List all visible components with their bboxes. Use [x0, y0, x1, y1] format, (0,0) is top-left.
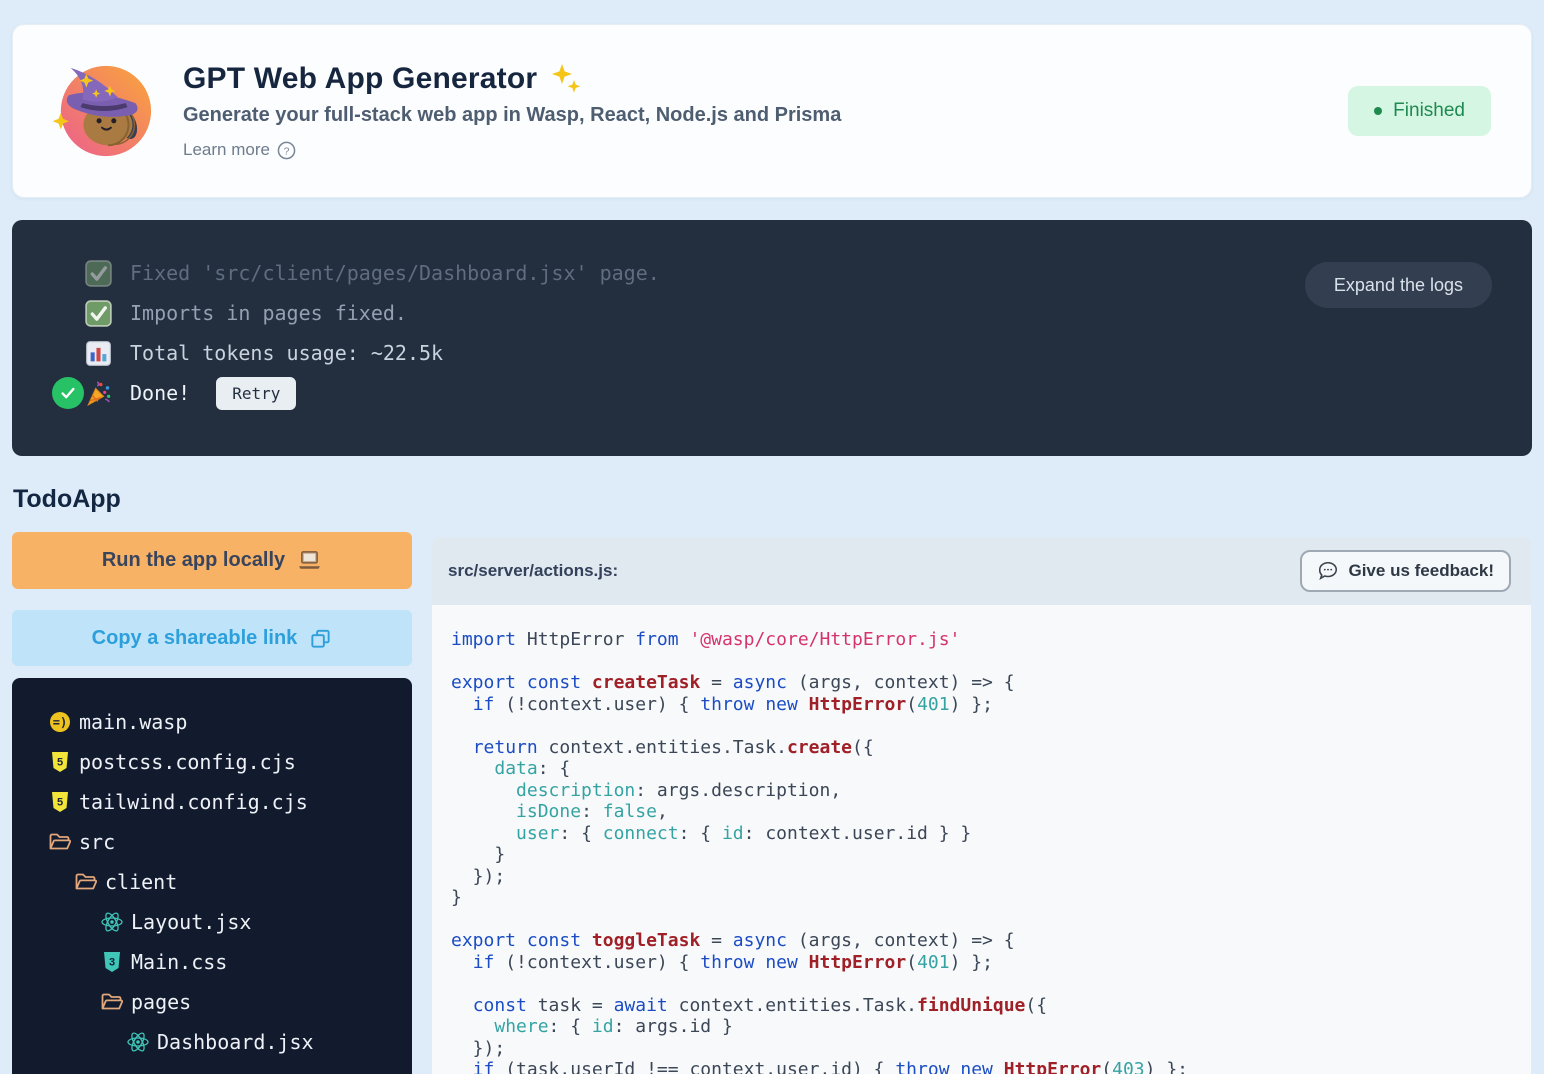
code-line [451, 715, 1531, 737]
header-card: GPT Web App Generator Generate your full… [12, 24, 1532, 198]
file-tree-item-dashboard-jsx[interactable]: Dashboard.jsx [12, 1022, 412, 1062]
left-column: Run the app locally Copy a shareable lin… [12, 532, 412, 1074]
speech-bubble-icon [1317, 560, 1339, 582]
file-name: Dashboard.jsx [157, 1030, 314, 1054]
file-tree-item-main-wasp[interactable]: =) main.wasp [12, 702, 412, 742]
code-line: if (task.userId !== context.user.id) { t… [451, 1059, 1531, 1074]
file-tree-item-client[interactable]: client [12, 862, 412, 902]
log-entry-text: Fixed 'src/client/pages/Dashboard.jsx' p… [130, 261, 660, 285]
log-entry: Fixed 'src/client/pages/Dashboard.jsx' p… [12, 253, 1532, 293]
file-tree-item-layout-jsx[interactable]: Layout.jsx [12, 902, 412, 942]
generation-log-panel: Fixed 'src/client/pages/Dashboard.jsx' p… [12, 220, 1532, 456]
code-line: import HttpError from '@wasp/core/HttpEr… [451, 629, 1531, 651]
wasp-file-icon: =) [48, 710, 72, 734]
code-line: description: args.description, [451, 780, 1531, 802]
code-line: where: { id: args.id } [451, 1016, 1531, 1038]
log-entry-text: Total tokens usage: ~22.5k [130, 341, 443, 365]
code-line [451, 651, 1531, 673]
feedback-button-label: Give us feedback! [1348, 561, 1494, 581]
code-line: user: { connect: { id: context.user.id }… [451, 823, 1531, 845]
code-line: return context.entities.Task.create({ [451, 737, 1531, 759]
copy-button-label: Copy a shareable link [92, 627, 298, 650]
sparkles-icon [549, 62, 583, 96]
status-badge: Finished [1348, 86, 1491, 136]
svg-text:=): =) [53, 716, 67, 730]
code-line: }); [451, 1038, 1531, 1060]
code-line: } [451, 887, 1531, 909]
expand-logs-button[interactable]: Expand the logs [1305, 262, 1492, 308]
page-title: GPT Web App Generator [183, 62, 537, 96]
file-tree-item-tailwind-config-cjs[interactable]: 5 tailwind.config.cjs [12, 782, 412, 822]
file-name: postcss.config.cjs [79, 750, 296, 774]
status-dot-icon [1374, 107, 1382, 115]
check-emoji [85, 260, 112, 287]
file-tree-item-pages[interactable]: pages [12, 982, 412, 1022]
give-feedback-button[interactable]: Give us feedback! [1300, 550, 1511, 592]
svg-text:5: 5 [57, 757, 63, 769]
file-name: Main.css [131, 950, 227, 974]
laptop-icon [297, 550, 322, 571]
code-filename: src/server/actions.js: [448, 561, 618, 581]
code-line: export const toggleTask = async (args, c… [451, 930, 1531, 952]
file-tree-item-postcss-config-cjs[interactable]: 5 postcss.config.cjs [12, 742, 412, 782]
code-line [451, 973, 1531, 995]
file-tree: =) main.wasp 5 postcss.config.cjs 5 tailwin… [12, 678, 412, 1074]
copy-icon [309, 627, 332, 650]
log-entry: Done! Retry [12, 373, 1532, 413]
css-shield-icon: 3 [100, 950, 124, 974]
file-tree-item-src[interactable]: src [12, 822, 412, 862]
file-name: tailwind.config.cjs [79, 790, 308, 814]
code-line: data: { [451, 758, 1531, 780]
log-entry: Imports in pages fixed. [12, 293, 1532, 333]
code-panel: src/server/actions.js: Give us feedback!… [432, 537, 1531, 1074]
js-shield-icon: 5 [48, 750, 72, 774]
react-icon [100, 910, 124, 934]
code-line: const task = await context.entities.Task… [451, 995, 1531, 1017]
svg-text:5: 5 [57, 797, 63, 809]
log-entry-text: Imports in pages fixed. [130, 301, 407, 325]
folder-icon [74, 870, 98, 894]
status-label: Finished [1393, 100, 1465, 122]
wasp-wizard-logo [53, 60, 155, 162]
success-check-circle [52, 377, 84, 409]
app-name: TodoApp [13, 485, 121, 514]
log-entry-text: Done! [130, 381, 190, 405]
code-line: }); [451, 866, 1531, 888]
file-tree-item-main-css[interactable]: 3 Main.css [12, 942, 412, 982]
code-line: if (!context.user) { throw new HttpError… [451, 694, 1531, 716]
svg-text:?: ? [284, 146, 290, 157]
code-line [451, 909, 1531, 931]
folder-icon [48, 830, 72, 854]
file-name: client [105, 870, 177, 894]
svg-text:3: 3 [109, 957, 115, 969]
chart-emoji [85, 340, 112, 367]
code-line: isDone: false, [451, 801, 1531, 823]
code-header: src/server/actions.js: Give us feedback! [432, 537, 1531, 605]
log-entry: Total tokens usage: ~22.5k [12, 333, 1532, 373]
code-line: if (!context.user) { throw new HttpError… [451, 952, 1531, 974]
react-icon [126, 1030, 150, 1054]
log-entries: Fixed 'src/client/pages/Dashboard.jsx' p… [12, 253, 1532, 413]
copy-shareable-link-button[interactable]: Copy a shareable link [12, 610, 412, 666]
question-circle-icon: ? [277, 141, 296, 160]
file-name: src [79, 830, 115, 854]
file-name: main.wasp [79, 710, 187, 734]
file-name: pages [131, 990, 191, 1014]
header-text: GPT Web App Generator Generate your full… [183, 62, 841, 160]
check-emoji [85, 300, 112, 327]
js-shield-icon: 5 [48, 790, 72, 814]
learn-more-label: Learn more [183, 140, 270, 160]
run-button-label: Run the app locally [102, 549, 285, 572]
page-subtitle: Generate your full-stack web app in Wasp… [183, 104, 841, 127]
code-area: import HttpError from '@wasp/core/HttpEr… [432, 605, 1531, 1074]
party-emoji [85, 380, 112, 407]
run-app-locally-button[interactable]: Run the app locally [12, 532, 412, 589]
folder-icon [100, 990, 124, 1014]
code-line: } [451, 844, 1531, 866]
learn-more-link[interactable]: Learn more ? [183, 140, 296, 160]
code-line: export const createTask = async (args, c… [451, 672, 1531, 694]
file-name: Layout.jsx [131, 910, 251, 934]
retry-button[interactable]: Retry [216, 377, 296, 410]
